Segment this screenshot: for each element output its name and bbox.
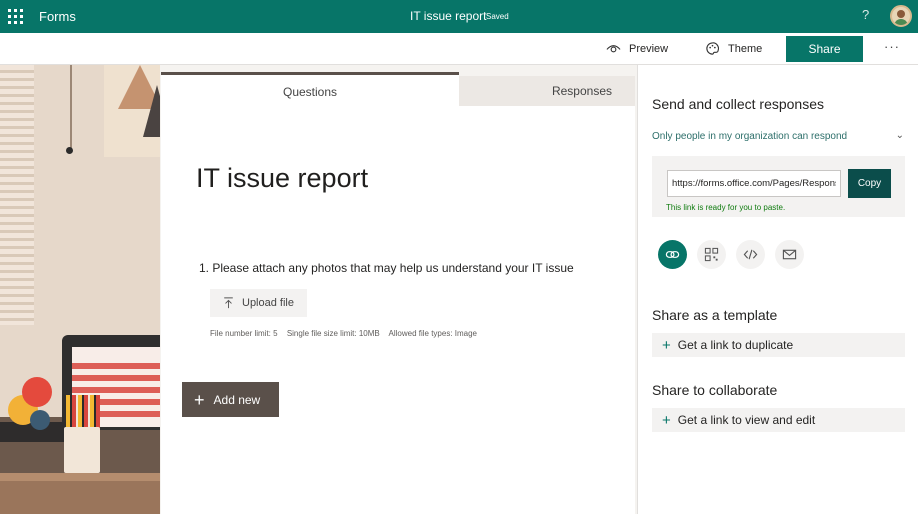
file-types-allowed: Allowed file types: Image	[388, 329, 478, 338]
tab-questions[interactable]: Questions	[161, 72, 459, 106]
share-panel: Send and collect responses Only people i…	[637, 65, 918, 514]
app-name[interactable]: Forms	[39, 9, 76, 24]
question-text[interactable]: 1. Please attach any photos that may hel…	[199, 261, 574, 275]
theme-background-illustration	[0, 65, 160, 514]
file-size-limit: Single file size limit: 10MB	[286, 329, 380, 338]
share-link-input[interactable]	[667, 170, 841, 197]
command-bar: Preview Theme Share ···	[0, 33, 918, 65]
avatar[interactable]	[890, 5, 912, 27]
save-status: Saved	[486, 12, 509, 21]
form-tabs: Questions Responses	[161, 72, 635, 106]
plus-icon: +	[662, 336, 671, 354]
template-heading: Share as a template	[652, 307, 778, 323]
tab-responses[interactable]: Responses	[459, 76, 635, 106]
preview-label: Preview	[629, 42, 669, 55]
file-limits: File number limit: 5 Single file size li…	[210, 329, 484, 338]
theme-label: Theme	[728, 42, 763, 55]
duplicate-link-label: Get a link to duplicate	[677, 338, 794, 352]
add-new-button[interactable]: + Add new	[182, 382, 279, 417]
upload-file-button[interactable]: Upload file	[210, 289, 307, 317]
link-icon[interactable]	[658, 240, 687, 269]
link-ready-message: This link is ready for you to paste.	[666, 203, 786, 212]
title-bar: Forms IT issue report Saved ?	[0, 0, 918, 33]
form-card: IT issue report 1. Please attach any pho…	[161, 106, 635, 514]
form-title[interactable]: IT issue report	[196, 163, 368, 194]
document-title[interactable]: IT issue report	[410, 9, 486, 23]
collaborate-heading: Share to collaborate	[652, 382, 778, 398]
palette-icon	[706, 42, 720, 55]
more-options-icon[interactable]: ···	[884, 39, 900, 54]
upload-file-label: Upload file	[242, 297, 294, 309]
chevron-down-icon: ⌄	[895, 130, 904, 141]
send-responses-heading: Send and collect responses	[652, 96, 824, 112]
share-method-icons	[658, 240, 804, 269]
upload-icon	[224, 297, 233, 309]
duplicate-link-button[interactable]: + Get a link to duplicate	[652, 333, 905, 357]
theme-button[interactable]: Theme	[705, 41, 762, 56]
qr-code-icon[interactable]	[697, 240, 726, 269]
file-number-limit: File number limit: 5	[210, 329, 278, 338]
app-launcher-icon[interactable]	[7, 8, 23, 24]
embed-icon[interactable]	[736, 240, 765, 269]
copy-button[interactable]: Copy	[848, 169, 891, 198]
add-new-label: Add new	[213, 392, 261, 407]
edit-link-button[interactable]: + Get a link to view and edit	[652, 408, 905, 432]
audience-dropdown[interactable]: Only people in my organization can respo…	[652, 130, 904, 147]
plus-icon: +	[194, 389, 205, 410]
email-icon[interactable]	[775, 240, 804, 269]
help-icon[interactable]: ?	[862, 7, 869, 22]
audience-label: Only people in my organization can respo…	[652, 131, 848, 142]
preview-button[interactable]: Preview	[606, 41, 668, 56]
edit-link-label: Get a link to view and edit	[677, 413, 816, 427]
share-link-box: Copy This link is ready for you to paste…	[652, 156, 905, 217]
eye-icon	[606, 45, 621, 53]
plus-icon: +	[662, 411, 671, 429]
share-button[interactable]: Share	[786, 36, 863, 62]
